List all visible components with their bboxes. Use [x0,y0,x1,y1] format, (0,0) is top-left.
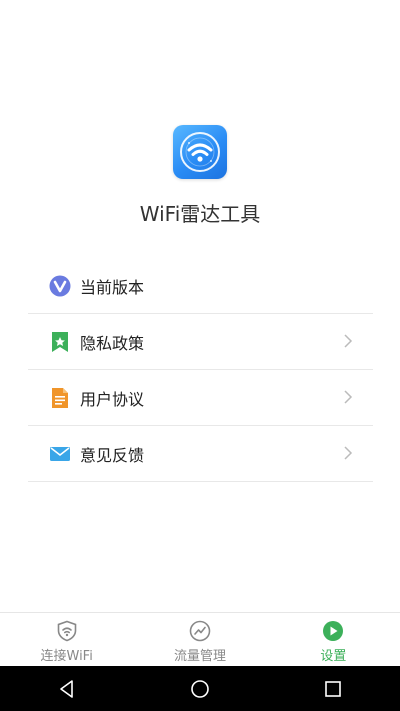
menu-item-version[interactable]: 当前版本 [28,258,373,314]
app-name: WiFi雷达工具 [139,202,261,226]
menu-item-user-agreement[interactable]: 用户协议 [28,370,373,426]
menu-item-label: 当前版本 [80,277,145,297]
app-header: WiFi雷达工具 [0,0,400,260]
tab-label: 设置 [320,649,347,664]
bottom-nav: 连接WiFi 流量管理 设置 [0,612,400,667]
tab-connect-wifi[interactable]: 连接WiFi [0,613,133,667]
menu-item-label: 用户协议 [80,389,145,409]
envelope-icon [49,443,71,465]
chevron-right-icon [344,390,353,404]
tab-label: 连接WiFi [40,649,93,664]
home-icon[interactable] [189,678,211,700]
chevron-right-icon [344,334,353,348]
menu-item-label: 意见反馈 [80,445,145,465]
play-circle-icon [323,621,344,641]
wifi-radar-icon [173,125,227,179]
traffic-chart-icon [189,620,211,642]
tab-settings[interactable]: 设置 [267,613,400,667]
menu-item-feedback[interactable]: 意见反馈 [28,426,373,482]
shield-wifi-icon [57,620,76,642]
tab-label: 流量管理 [173,649,226,664]
document-icon [49,387,71,409]
system-navigation-bar [0,666,400,711]
settings-menu: 当前版本 隐私政策 用户协议 意见反馈 [28,258,373,482]
menu-item-label: 隐私政策 [80,333,145,353]
tab-traffic-management[interactable]: 流量管理 [133,613,266,667]
recents-icon[interactable] [322,678,344,700]
menu-item-privacy[interactable]: 隐私政策 [28,314,373,370]
chevron-right-icon [344,446,353,460]
back-icon[interactable] [56,678,78,700]
version-v-icon [49,275,71,297]
bookmark-star-icon [49,331,71,353]
